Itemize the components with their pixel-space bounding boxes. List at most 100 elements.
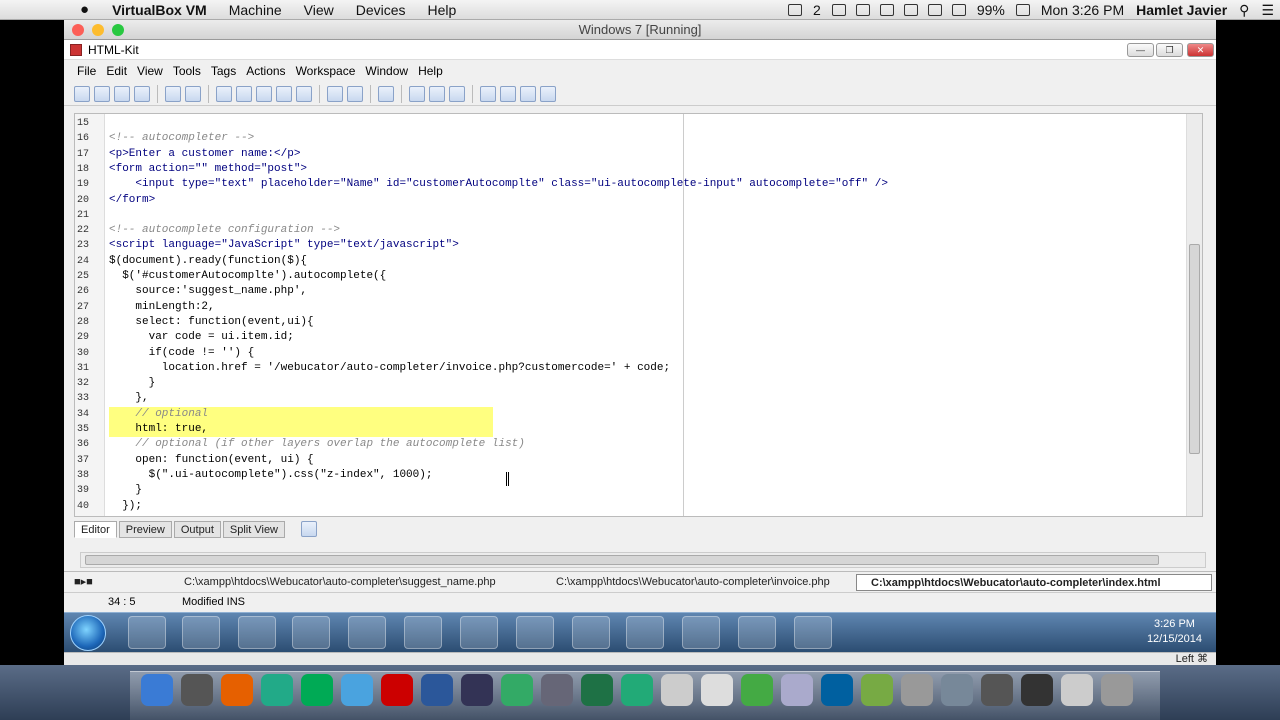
code-line[interactable]: 19 <input type="text" placeholder="Name"… [75, 177, 1185, 192]
mac-menu-view[interactable]: View [293, 2, 345, 18]
file-tab-suggest-name[interactable]: C:\xampp\htdocs\Webucator\auto-completer… [170, 574, 496, 591]
mac-menu-help[interactable]: Help [417, 2, 468, 18]
copy-icon[interactable] [256, 85, 272, 102]
code-line[interactable]: 27 minLength:2, [75, 300, 1185, 315]
taskbar-app-icon[interactable] [460, 616, 498, 649]
code-line[interactable]: 38 $(".ui-autocomplete").css("z-index", … [75, 468, 1185, 483]
code-line[interactable]: 30 if(code != '') { [75, 346, 1185, 361]
dock-app-icon[interactable] [941, 674, 973, 706]
print-icon[interactable] [165, 85, 181, 102]
code-line[interactable]: 34 // optional [75, 406, 1185, 422]
panel-icon[interactable] [409, 85, 425, 102]
vertical-scrollbar[interactable] [1186, 114, 1202, 516]
start-button[interactable] [70, 615, 106, 651]
notification-icon[interactable]: ☰ [1255, 2, 1280, 19]
airplay-icon[interactable] [855, 4, 870, 16]
dock-app-icon[interactable] [221, 674, 253, 706]
bluetooth-icon[interactable] [903, 4, 918, 16]
dock-app-icon[interactable] [541, 674, 573, 706]
taskbar-app-icon[interactable] [682, 616, 720, 649]
dock-app-icon[interactable] [301, 674, 333, 706]
menu-tools[interactable]: Tools [168, 64, 206, 78]
code-line[interactable]: 23 <script language="JavaScript" type="te… [75, 238, 1185, 253]
dock-app-icon[interactable] [861, 674, 893, 706]
code-line[interactable]: 32 } [75, 376, 1185, 391]
mac-menu-devices[interactable]: Devices [345, 2, 417, 18]
dropbox-icon[interactable] [788, 4, 803, 16]
dock-app-icon[interactable] [741, 674, 773, 706]
code-line[interactable]: 36 // optional (if other layers overlap … [75, 437, 1185, 452]
redo-icon[interactable] [347, 85, 363, 102]
menu-help[interactable]: Help [413, 64, 448, 78]
timemachine-icon[interactable] [879, 4, 894, 16]
file-tab-index[interactable]: C:\xampp\htdocs\Webucator\auto-completer… [856, 574, 1212, 591]
code-line[interactable]: 18 <form action="" method="post"> [75, 162, 1185, 177]
tab-split-view[interactable]: Split View [222, 520, 286, 538]
dock-app-icon[interactable] [341, 674, 373, 706]
paste-icon[interactable] [276, 85, 292, 102]
dock-app-icon[interactable] [141, 674, 173, 706]
tab-output[interactable]: Output [173, 520, 221, 538]
vertical-scroll-thumb[interactable] [1189, 244, 1200, 454]
dock-app-icon[interactable] [1101, 674, 1133, 706]
close-button[interactable]: ✕ [1187, 43, 1214, 57]
menu-window[interactable]: Window [360, 64, 413, 78]
dock-app-icon[interactable] [581, 674, 613, 706]
undo-icon[interactable] [327, 85, 343, 102]
code-line[interactable]: 31 location.href = '/webucator/auto-comp… [75, 361, 1185, 376]
code-line[interactable]: 39 } [75, 483, 1185, 498]
help-icon[interactable] [449, 85, 465, 102]
tab-nav-icon[interactable]: ■▸■ [68, 574, 108, 591]
taskbar-app-icon[interactable] [516, 616, 554, 649]
tree-icon[interactable] [429, 85, 445, 102]
taskbar-app-icon[interactable] [404, 616, 442, 649]
code-line[interactable]: 40 }); [75, 499, 1185, 514]
delete-icon[interactable] [296, 85, 312, 102]
mail-icon[interactable] [831, 4, 846, 16]
taskbar-app-icon[interactable] [348, 616, 386, 649]
flag-icon[interactable] [1015, 4, 1030, 16]
dock-app-icon[interactable] [981, 674, 1013, 706]
tab-preview[interactable]: Preview [118, 520, 172, 538]
menu-workspace[interactable]: Workspace [291, 64, 361, 78]
mac-clock[interactable]: Mon 3:26 PM [1035, 2, 1130, 18]
dock-app-icon[interactable] [1021, 674, 1053, 706]
mac-menu-machine[interactable]: Machine [218, 2, 293, 18]
code-line[interactable]: 15 [75, 116, 1185, 131]
apple-icon[interactable]: ● [0, 1, 101, 18]
spotlight-icon[interactable]: ⚲ [1233, 2, 1255, 19]
taskbar-app-icon[interactable] [292, 616, 330, 649]
code-line[interactable]: 24 $(document).ready(function($){ [75, 254, 1185, 269]
dock-app-icon[interactable] [781, 674, 813, 706]
window-icon[interactable] [500, 85, 516, 102]
tab-editor[interactable]: Editor [74, 520, 117, 538]
mac-status-count[interactable]: 2 [807, 2, 827, 18]
taskbar-app-icon[interactable] [238, 616, 276, 649]
dock-app-icon[interactable] [621, 674, 653, 706]
dock-app-icon[interactable] [461, 674, 493, 706]
file-tab-invoice[interactable]: C:\xampp\htdocs\Webucator\auto-completer… [542, 574, 830, 591]
refresh-icon[interactable] [520, 85, 536, 102]
restore-button[interactable]: ❐ [1156, 43, 1183, 57]
dock-app-icon[interactable] [501, 674, 533, 706]
select-icon[interactable] [216, 85, 232, 102]
menu-view[interactable]: View [132, 64, 168, 78]
dock-app-icon[interactable] [1061, 674, 1093, 706]
dock-app-icon[interactable] [421, 674, 453, 706]
horizontal-scroll-thumb[interactable] [85, 555, 1159, 565]
cut-icon[interactable] [236, 85, 252, 102]
menu-actions[interactable]: Actions [241, 64, 290, 78]
code-line[interactable]: 33 }, [75, 391, 1185, 406]
mac-user[interactable]: Hamlet Javier [1130, 2, 1233, 18]
taskbar-clock[interactable]: 3:26 PM 12/15/2014 [1147, 617, 1202, 647]
horizontal-scrollbar[interactable] [80, 552, 1206, 568]
code-line[interactable]: 29 var code = ui.item.id; [75, 330, 1185, 345]
save-icon[interactable] [134, 85, 150, 102]
mac-app-name[interactable]: VirtualBox VM [101, 2, 218, 18]
open-folder-icon[interactable] [114, 85, 130, 102]
open-file-icon[interactable] [94, 85, 110, 102]
dock-app-icon[interactable] [901, 674, 933, 706]
code-line[interactable]: 17 <p>Enter a customer name:</p> [75, 147, 1185, 162]
code-line[interactable]: 25 $('#customerAutocomplte').autocomplet… [75, 269, 1185, 284]
wifi-icon[interactable] [951, 4, 966, 16]
